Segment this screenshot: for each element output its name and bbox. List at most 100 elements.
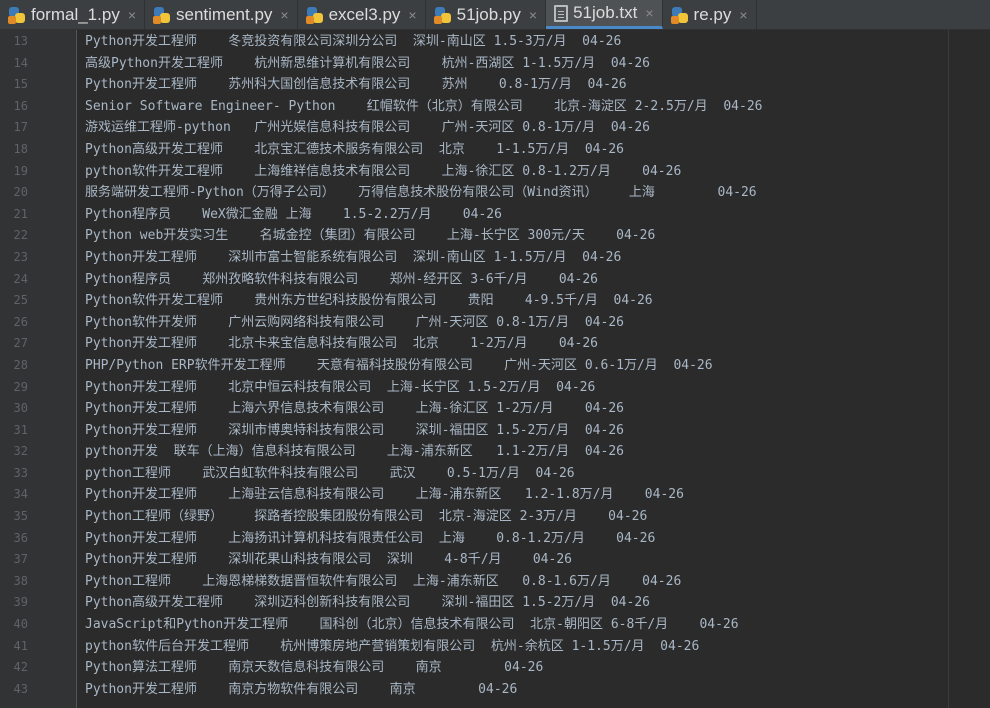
line-number: 27 xyxy=(13,336,28,351)
code-line: 39 Python高级开发工程师 深圳迈科创新科技有限公司 深圳-福田区 1.5-… xyxy=(0,592,990,614)
line-text: Python开发工程师 深圳市博奥特科技有限公司 深圳-福田区 1.5-2万/月… xyxy=(85,422,624,438)
line-text: Python开发工程师 南京方物软件有限公司 南京 04-26 xyxy=(85,681,518,697)
line-number: 16 xyxy=(13,98,28,113)
line-text: Python开发工程师 深圳花果山科技有限公司 深圳 4-8千/月 04-26 xyxy=(85,552,572,568)
line-text: Python工程师 上海恩梯梯数据晋恒软件有限公司 上海-浦东新区 0.8-1.… xyxy=(85,573,682,589)
tab-label: 51job.txt xyxy=(573,3,638,22)
code-line: 15 Python开发工程师 苏州科大国创信息技术有限公司 苏州 0.8-1万/月… xyxy=(0,74,990,96)
close-tab-icon[interactable]: × xyxy=(408,7,416,23)
line-text: 高级Python开发工程师 杭州新思维计算机有限公司 杭州-西湖区 1-1.5万… xyxy=(85,55,650,71)
python-file-icon xyxy=(153,6,171,24)
tab-label: formal_1.py xyxy=(31,4,120,24)
text-editor[interactable]: 13 Python开发工程师 冬竞投资有限公司深圳分公司 深圳-南山区 1.5-3… xyxy=(0,30,990,708)
code-line: 16 Senior Software Engineer- Python 红帽软件（… xyxy=(0,96,990,118)
line-text: Python软件开发师 广州云购网络科技有限公司 广州-天河区 0.8-1万/月… xyxy=(85,314,624,330)
line-text: JavaScript和Python开发工程师 国科创（北京）信息技术有限公司 北… xyxy=(85,617,739,633)
line-text: 服务端研发工程师-Python（万得子公司） 万得信息技术股份有限公司（Wind… xyxy=(85,185,757,201)
code-line: 18 Python高级开发工程师 北京宝汇德技术服务有限公司 北京 1-1.5万/… xyxy=(0,139,990,161)
tab-label: sentiment.py xyxy=(176,4,273,24)
line-text: Python工程师（绿野） 探路者控股集团股份有限公司 北京-海淀区 2-3万/… xyxy=(85,509,648,525)
tab-re-py[interactable]: re.py × xyxy=(663,0,757,29)
code-line: 27 Python开发工程师 北京卡来宝信息科技有限公司 北京 1-2万/月 04… xyxy=(0,333,990,355)
line-number: 43 xyxy=(13,681,28,696)
text-file-icon xyxy=(554,4,569,22)
code-line: 43 Python开发工程师 南京方物软件有限公司 南京 04-26 xyxy=(0,679,990,701)
code-line: 24 Python程序员 郑州孜略软件科技有限公司 郑州-经开区 3-6千/月 0… xyxy=(0,269,990,291)
line-text: Python开发工程师 上海驻云信息科技有限公司 上海-浦东新区 1.2-1.8… xyxy=(85,487,684,503)
python-file-icon xyxy=(8,6,26,24)
line-number: 13 xyxy=(13,34,28,48)
line-text: Python开发工程师 深圳市富士智能系统有限公司 深圳-南山区 1-1.5万/… xyxy=(85,249,622,265)
line-text: Python高级开发工程师 北京宝汇德技术服务有限公司 北京 1-1.5万/月 … xyxy=(85,141,624,157)
close-tab-icon[interactable]: × xyxy=(280,7,288,23)
line-number: 39 xyxy=(13,595,28,610)
line-number: 17 xyxy=(13,120,28,135)
line-number: 37 xyxy=(13,552,28,567)
line-text: Python软件开发工程师 贵州东方世纪科技股份有限公司 贵阳 4-9.5千/月… xyxy=(85,293,653,309)
tab-sentiment-py[interactable]: sentiment.py × xyxy=(145,0,298,29)
code-line: 21 Python程序员 WeX微汇金融 上海 1.5-2.2万/月 04-26 xyxy=(0,204,990,226)
tab-label: re.py xyxy=(693,4,732,24)
line-number: 25 xyxy=(13,293,28,308)
line-number: 23 xyxy=(13,249,28,264)
line-text: 游戏运维工程师-python 广州光娱信息科技有限公司 广州-天河区 0.8-1… xyxy=(85,120,650,136)
code-line: 14 高级Python开发工程师 杭州新思维计算机有限公司 杭州-西湖区 1-1.… xyxy=(0,53,990,75)
code-line: 30 Python开发工程师 上海六界信息技术有限公司 上海-徐汇区 1-2万/月… xyxy=(0,398,990,420)
tab-label: 51job.py xyxy=(456,4,521,24)
python-file-icon xyxy=(305,6,324,24)
line-number: 15 xyxy=(13,77,28,92)
line-number: 32 xyxy=(13,444,28,459)
line-text: Python高级开发工程师 深圳迈科创新科技有限公司 深圳-福田区 1.5-2万… xyxy=(85,595,650,611)
code-line: 40 JavaScript和Python开发工程师 国科创（北京）信息技术有限公司… xyxy=(0,614,990,636)
line-number: 35 xyxy=(13,509,28,524)
line-number: 21 xyxy=(13,206,28,221)
line-number: 33 xyxy=(13,465,28,480)
line-number: 14 xyxy=(13,55,28,70)
line-number: 19 xyxy=(13,163,28,178)
code-line: 26 Python软件开发师 广州云购网络科技有限公司 广州-天河区 0.8-1万… xyxy=(0,312,990,334)
close-tab-icon[interactable]: × xyxy=(645,5,653,21)
close-tab-icon[interactable]: × xyxy=(739,7,747,23)
close-tab-icon[interactable]: × xyxy=(529,7,537,23)
line-text: python软件开发工程师 上海维祥信息技术有限公司 上海-徐汇区 0.8-1.… xyxy=(85,163,682,179)
code-line: 23 Python开发工程师 深圳市富士智能系统有限公司 深圳-南山区 1-1.5… xyxy=(0,247,990,269)
line-text: Python算法工程师 南京天数信息科技有限公司 南京 04-26 xyxy=(85,660,544,676)
code-line: 31 Python开发工程师 深圳市博奥特科技有限公司 深圳-福田区 1.5-2万… xyxy=(0,420,990,442)
code-line: 29 Python开发工程师 北京中恒云科技有限公司 上海-长宁区 1.5-2万/… xyxy=(0,377,990,399)
line-number: 42 xyxy=(13,660,28,675)
close-tab-icon[interactable]: × xyxy=(128,7,136,23)
line-number: 30 xyxy=(13,401,28,416)
code-line: 17 游戏运维工程师-python 广州光娱信息科技有限公司 广州-天河区 0.8… xyxy=(0,117,990,139)
line-text: Python开发工程师 上海六界信息技术有限公司 上海-徐汇区 1-2万/月 0… xyxy=(85,401,624,417)
tab-51job-py[interactable]: 51job.py × xyxy=(426,0,547,29)
tab-excel3-py[interactable]: excel3.py × xyxy=(298,0,426,29)
code-line: 37 Python开发工程师 深圳花果山科技有限公司 深圳 4-8千/月 04-2… xyxy=(0,549,990,571)
line-number: 26 xyxy=(13,314,28,329)
code-line: 33 python工程师 武汉白虹软件科技有限公司 武汉 0.5-1万/月 04-… xyxy=(0,463,990,485)
line-number: 38 xyxy=(13,573,28,588)
tab-label: excel3.py xyxy=(328,4,401,24)
python-file-icon xyxy=(433,6,452,24)
line-text: Python开发工程师 上海扬讯计算机科技有限责任公司 上海 0.8-1.2万/… xyxy=(85,530,656,546)
line-text: Python开发工程师 北京中恒云科技有限公司 上海-长宁区 1.5-2万/月 … xyxy=(85,379,596,395)
code-line: 25 Python软件开发工程师 贵州东方世纪科技股份有限公司 贵阳 4-9.5千… xyxy=(0,290,990,312)
line-number: 40 xyxy=(13,617,28,632)
line-text: python工程师 武汉白虹软件科技有限公司 武汉 0.5-1万/月 04-26 xyxy=(85,465,575,481)
tab-formal_1-py[interactable]: formal_1.py × xyxy=(0,0,146,29)
line-text: Python程序员 郑州孜略软件科技有限公司 郑州-经开区 3-6千/月 04-… xyxy=(85,271,598,287)
python-file-icon xyxy=(670,6,689,24)
line-text: PHP/Python ERP软件开发工程师 天意有福科技股份有限公司 广州-天河… xyxy=(85,357,713,373)
line-text: python软件后台开发工程师 杭州博策房地产营销策划有限公司 杭州-余杭区 1… xyxy=(85,638,700,654)
line-number: 20 xyxy=(13,185,28,200)
line-number: 36 xyxy=(13,530,28,545)
line-number: 18 xyxy=(13,141,28,156)
line-text: python开发 联车（上海）信息科技有限公司 上海-浦东新区 1.1-2万/月… xyxy=(85,444,624,460)
tab-51job-txt[interactable]: 51job.txt × xyxy=(546,0,663,29)
line-number: 31 xyxy=(13,422,28,437)
code-line: 38 Python工程师 上海恩梯梯数据晋恒软件有限公司 上海-浦东新区 0.8-… xyxy=(0,571,990,593)
line-text: Python开发工程师 冬竞投资有限公司深圳分公司 深圳-南山区 1.5-3万/… xyxy=(85,34,622,49)
line-text: Senior Software Engineer- Python 红帽软件（北京… xyxy=(85,98,763,114)
code-line: 32 python开发 联车（上海）信息科技有限公司 上海-浦东新区 1.1-2万… xyxy=(0,441,990,463)
editor-lines: 13 Python开发工程师 冬竞投资有限公司深圳分公司 深圳-南山区 1.5-3… xyxy=(0,31,990,700)
line-number: 41 xyxy=(13,638,28,653)
